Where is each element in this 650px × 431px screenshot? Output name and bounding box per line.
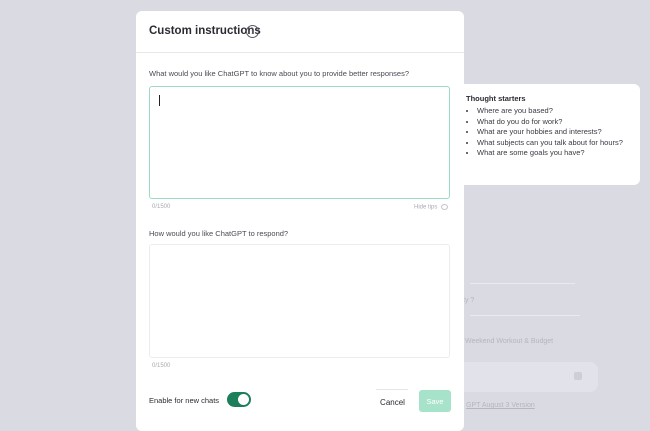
thought-starters-list: Where are you based? What do you do for … bbox=[466, 106, 630, 159]
list-item: What are some goals you have? bbox=[477, 148, 630, 159]
list-item: What subjects can you talk about for hou… bbox=[477, 138, 630, 149]
eye-slash-icon bbox=[441, 204, 448, 210]
list-item: What do you do for work? bbox=[477, 117, 630, 128]
enable-new-chats-label: Enable for new chats bbox=[149, 396, 220, 405]
custom-instructions-dialog: Custom instructions i What would you lik… bbox=[136, 11, 464, 431]
dialog-header: Custom instructions i bbox=[136, 11, 464, 53]
background-chat-item: ty ? bbox=[463, 297, 475, 304]
background-divider bbox=[470, 315, 580, 316]
about-you-label: What would you like ChatGPT to know abou… bbox=[149, 69, 410, 78]
hide-tips-label: Hide tips bbox=[413, 204, 438, 211]
cancel-button[interactable]: Cancel bbox=[375, 394, 410, 411]
thought-starters-panel: Thought starters Where are you based? Wh… bbox=[456, 84, 640, 185]
dialog-title: Custom instructions bbox=[149, 25, 261, 37]
background-chat-item: Weekend Workout & Budget bbox=[465, 338, 554, 345]
enable-new-chats-toggle[interactable] bbox=[227, 392, 251, 407]
about-you-counter: 0/1500 bbox=[152, 204, 171, 210]
toggle-knob bbox=[238, 394, 249, 405]
about-you-textarea[interactable] bbox=[149, 86, 450, 199]
respond-counter: 0/1500 bbox=[152, 363, 171, 369]
footer-divider bbox=[376, 389, 408, 390]
background-divider bbox=[470, 283, 575, 284]
text-cursor bbox=[159, 95, 160, 106]
list-item: Where are you based? bbox=[477, 106, 630, 117]
save-button[interactable]: Save bbox=[419, 390, 451, 412]
info-icon[interactable]: i bbox=[246, 25, 259, 38]
background-send-icon bbox=[574, 372, 582, 380]
hide-tips-toggle[interactable]: Hide tips bbox=[414, 204, 448, 211]
background-version-footer: GPT August 3 Version bbox=[466, 402, 535, 409]
respond-textarea[interactable] bbox=[149, 244, 450, 358]
respond-label: How would you like ChatGPT to respond? bbox=[149, 229, 289, 238]
list-item: What are your hobbies and interests? bbox=[477, 127, 630, 138]
thought-starters-title: Thought starters bbox=[466, 94, 526, 103]
